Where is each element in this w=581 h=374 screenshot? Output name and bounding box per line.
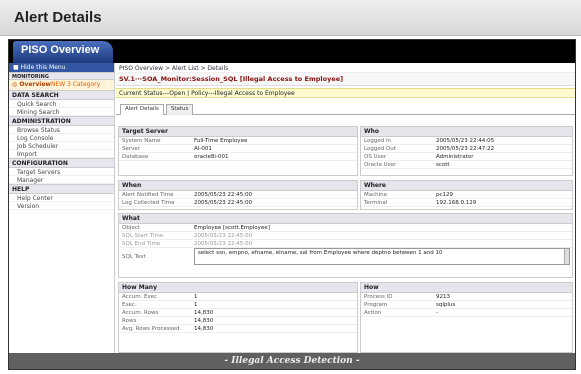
field-row: Accum. Exec 1 [119,293,357,301]
field-row: Alert Notified Time 2005/05/23 22:45:00 [119,191,357,199]
sidebar-item-overview[interactable]: ◎ OverviewNEW 3 Category [9,80,114,90]
bullet-icon: ■ [13,64,21,71]
field-row: Process ID 9213 [361,293,572,301]
panel-title: How [361,283,572,293]
field-row: Accum. Rows 14,830 [119,309,357,317]
panel-title: Where [361,181,572,191]
field-row: Server AI-001 [119,145,357,153]
hide-menu-link[interactable]: ■ Hide this Menu [9,63,114,72]
sidebar-item-version[interactable]: Version [9,202,114,210]
panel-title: Who [361,127,572,137]
breadcrumb[interactable]: PISO Overview > Alert List > Details [116,63,575,73]
sidebar-item-target-servers[interactable]: Target Servers [9,168,114,176]
panel-title: When [119,181,357,191]
how-many-panel: How Many Accum. Exec 1 Exec. 1 Accum. Rows… [118,282,358,353]
section-administration: ADMINISTRATION [9,116,114,126]
field-row: Log Collected Time 2005/05/23 22:45:00 [119,199,357,207]
page-title: Alert Details [0,0,581,36]
field-row: Exec. 1 [119,301,357,309]
field-row: Object Employee [scott.Employee] [119,224,572,232]
field-row: Rows 14,830 [119,317,357,325]
sidebar-item-job-scheduler[interactable]: Job Scheduler [9,142,114,150]
what-panel: What Object Employee [scott.Employee] SQL… [118,213,573,278]
panel-title: Target Server [119,127,357,137]
sql-text-value: select ssn, empno, efname, elname, sal f… [198,250,443,256]
page: Alert Details PISO Overview ■ Hide this … [0,0,581,374]
logo: PISO Overview [13,41,113,63]
sql-text-label: SQL Text [122,254,146,260]
section-help: HELP [9,184,114,194]
field-row: OS User Administrator [361,153,572,161]
new-badge: NEW 3 Category [50,81,101,88]
field-row: SQL End Time 2005/05/23 22:45:00 [119,240,572,248]
who-panel: Who Logged In 2005/05/23 22:44:05 Logged … [360,126,573,176]
section-configuration: CONFIGURATION [9,158,114,168]
field-row: Action - [361,309,572,317]
logo-text: PISO Overview [21,44,100,56]
field-row: Machine pc129 [361,191,572,199]
tab-bar: Alert Details Status [116,101,575,115]
panel-title: How Many [119,283,357,293]
app-banner: PISO Overview [9,40,575,63]
how-panel: How Process ID 9213 Program sqlplus Action… [360,282,573,353]
main-content: PISO Overview > Alert List > Details SV.… [116,63,575,353]
field-row: Logged In 2005/05/23 22:44:05 [361,137,572,145]
tab-status[interactable]: Status [165,104,194,115]
app-screenshot: PISO Overview ■ Hide this Menu MONITORIN… [8,39,576,370]
sidebar-item-quick-search[interactable]: Quick Search [9,100,114,108]
sidebar-item-import[interactable]: Import [9,150,114,158]
where-panel: Where Machine pc129 Terminal 192.168.0.129 [360,180,573,210]
sql-text-row: SQL Text select ssn, empno, efname, elna… [119,248,572,268]
scrollbar[interactable] [564,249,569,264]
field-row: SQL Start Time 2005/05/23 22:45:00 [119,232,572,240]
field-row: Oracle User scott [361,161,572,169]
target-server-panel: Target Server System Name Full-Time Emplo… [118,126,358,176]
sql-text-area[interactable]: select ssn, empno, efname, elname, sal f… [194,248,570,265]
tab-alert-details[interactable]: Alert Details [120,104,164,115]
field-row: Avg. Rows Processed 14,830 [119,325,357,333]
field-row: Database oracle8i-001 [119,153,357,161]
sidebar-item-manager[interactable]: Manager [9,176,114,184]
when-panel: When Alert Notified Time 2005/05/23 22:45… [118,180,358,210]
section-monitoring: MONITORING [9,72,114,80]
sidebar-item-mining-search[interactable]: Mining Search [9,108,114,116]
status-bar: Current Status---Open | Policy---Illegal… [116,88,575,98]
field-row: Logged Out 2005/05/23 22:47:22 [361,145,572,153]
field-row: Terminal 192.168.0.129 [361,199,572,207]
panel-title: What [119,214,572,224]
sidebar-item-log-console[interactable]: Log Console [9,134,114,142]
section-data-search: DATA SEARCH [9,90,114,100]
alert-heading: SV.1···SOA_Monitor:Session_SQL [Illegal … [116,73,575,86]
field-row: System Name Full-Time Employee [119,137,357,145]
sidebar-item-help-center[interactable]: Help Center [9,194,114,202]
caption-footer: - Illegal Access Detection - [9,353,575,369]
field-row: Program sqlplus [361,301,572,309]
sidebar-item-browse-status[interactable]: Browse Status [9,126,114,134]
sidebar: ■ Hide this Menu MONITORING ◎ OverviewNE… [9,63,115,353]
